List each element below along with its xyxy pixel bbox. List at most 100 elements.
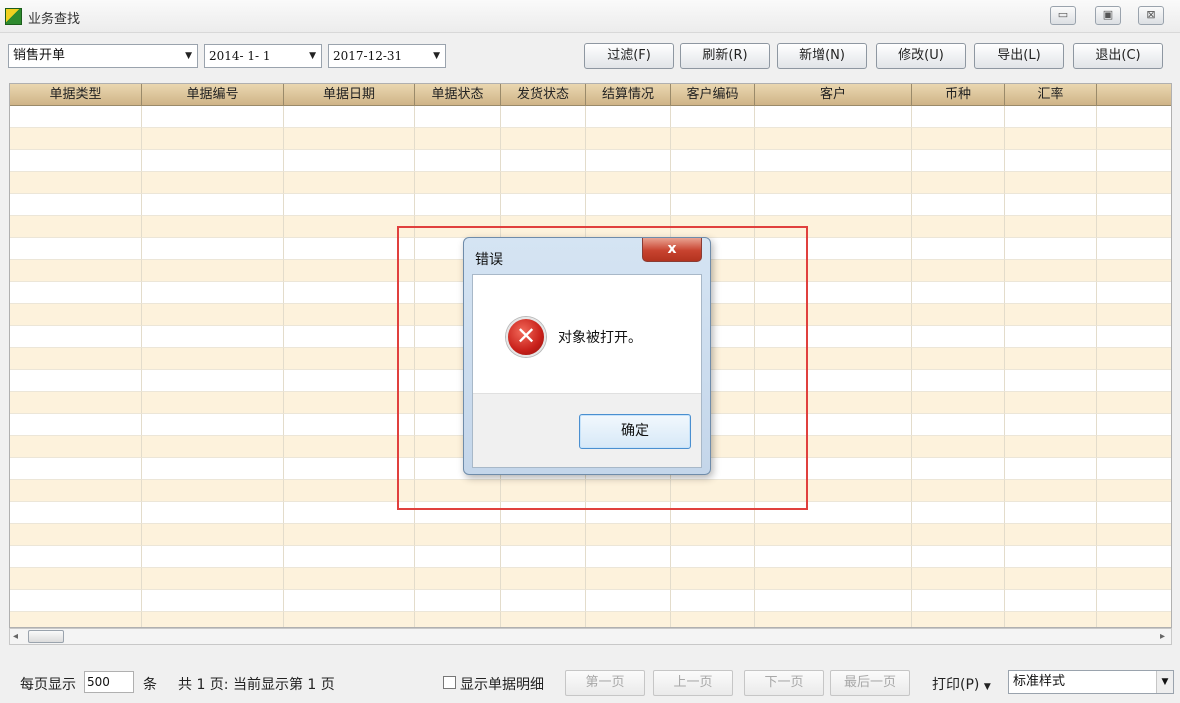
table-row[interactable] [10, 128, 1171, 150]
table-cell[interactable] [284, 502, 415, 524]
table-cell[interactable] [10, 304, 142, 326]
end-date-picker[interactable]: 2017-12-31 ▼ [328, 44, 446, 68]
table-cell[interactable] [10, 282, 142, 304]
table-cell[interactable] [284, 106, 415, 128]
table-cell[interactable] [284, 304, 415, 326]
table-cell[interactable] [10, 524, 142, 546]
table-cell[interactable] [10, 194, 142, 216]
first-page-button[interactable]: 第一页 [565, 670, 645, 696]
table-cell[interactable] [415, 172, 501, 194]
table-cell[interactable] [142, 348, 284, 370]
table-cell[interactable] [415, 194, 501, 216]
table-cell[interactable] [912, 348, 1005, 370]
ok-button[interactable]: 确定 [579, 414, 691, 449]
table-cell[interactable] [10, 106, 142, 128]
table-cell[interactable] [142, 282, 284, 304]
edit-button[interactable]: 修改(U) [876, 43, 966, 69]
table-cell[interactable] [912, 238, 1005, 260]
table-cell[interactable] [10, 216, 142, 238]
scrollbar-thumb[interactable] [28, 630, 64, 643]
last-page-button[interactable]: 最后一页 [830, 670, 910, 696]
table-cell[interactable] [501, 106, 586, 128]
table-cell[interactable] [501, 590, 586, 612]
table-cell[interactable] [10, 546, 142, 568]
table-cell[interactable] [284, 238, 415, 260]
table-cell[interactable] [912, 326, 1005, 348]
show-detail-checkbox[interactable] [443, 676, 456, 689]
table-cell[interactable] [1097, 282, 1171, 304]
table-cell[interactable] [1005, 590, 1097, 612]
table-cell[interactable] [1005, 414, 1097, 436]
table-cell[interactable] [284, 326, 415, 348]
table-cell[interactable] [1005, 612, 1097, 627]
table-cell[interactable] [1097, 260, 1171, 282]
table-cell[interactable] [501, 194, 586, 216]
table-cell[interactable] [1097, 524, 1171, 546]
table-cell[interactable] [1005, 238, 1097, 260]
table-cell[interactable] [142, 458, 284, 480]
table-cell[interactable] [912, 524, 1005, 546]
table-cell[interactable] [142, 326, 284, 348]
table-cell[interactable] [142, 590, 284, 612]
table-cell[interactable] [10, 414, 142, 436]
table-cell[interactable] [284, 436, 415, 458]
table-row[interactable] [10, 172, 1171, 194]
table-cell[interactable] [501, 172, 586, 194]
column-header[interactable]: 客户编码 [671, 84, 755, 106]
table-cell[interactable] [1097, 568, 1171, 590]
table-cell[interactable] [1005, 260, 1097, 282]
table-cell[interactable] [1097, 458, 1171, 480]
table-cell[interactable] [10, 590, 142, 612]
filter-button[interactable]: 过滤(F) [584, 43, 674, 69]
table-cell[interactable] [284, 150, 415, 172]
table-cell[interactable] [586, 194, 671, 216]
table-cell[interactable] [1097, 172, 1171, 194]
table-cell[interactable] [284, 590, 415, 612]
table-cell[interactable] [586, 546, 671, 568]
table-row[interactable] [10, 524, 1171, 546]
table-row[interactable] [10, 150, 1171, 172]
table-cell[interactable] [1097, 128, 1171, 150]
table-cell[interactable] [10, 128, 142, 150]
table-row[interactable] [10, 546, 1171, 568]
table-cell[interactable] [1097, 436, 1171, 458]
column-header[interactable]: 客户 [755, 84, 912, 106]
table-row[interactable] [10, 612, 1171, 627]
table-cell[interactable] [1005, 480, 1097, 502]
table-cell[interactable] [1005, 150, 1097, 172]
table-cell[interactable] [10, 458, 142, 480]
table-cell[interactable] [415, 524, 501, 546]
table-row[interactable] [10, 106, 1171, 128]
per-page-input[interactable]: 500 [84, 671, 134, 693]
table-cell[interactable] [912, 590, 1005, 612]
table-cell[interactable] [586, 172, 671, 194]
table-cell[interactable] [284, 282, 415, 304]
export-button[interactable]: 导出(L) [974, 43, 1064, 69]
table-cell[interactable] [1005, 502, 1097, 524]
column-header[interactable]: 单据类型 [10, 84, 142, 106]
table-cell[interactable] [1097, 502, 1171, 524]
table-cell[interactable] [671, 106, 755, 128]
table-cell[interactable] [142, 502, 284, 524]
table-cell[interactable] [671, 612, 755, 627]
table-cell[interactable] [284, 128, 415, 150]
table-cell[interactable] [755, 590, 912, 612]
table-cell[interactable] [142, 480, 284, 502]
table-cell[interactable] [671, 546, 755, 568]
table-cell[interactable] [1097, 194, 1171, 216]
print-style-select[interactable]: 标准样式 ▼ [1008, 670, 1174, 694]
table-cell[interactable] [142, 238, 284, 260]
table-cell[interactable] [671, 150, 755, 172]
table-cell[interactable] [586, 128, 671, 150]
table-cell[interactable] [284, 546, 415, 568]
exit-button[interactable]: 退出(C) [1073, 43, 1163, 69]
table-cell[interactable] [912, 304, 1005, 326]
table-cell[interactable] [284, 414, 415, 436]
table-cell[interactable] [586, 568, 671, 590]
table-cell[interactable] [1005, 216, 1097, 238]
minimize-button[interactable]: ▭ [1050, 6, 1076, 25]
table-cell[interactable] [912, 546, 1005, 568]
table-cell[interactable] [1097, 348, 1171, 370]
table-cell[interactable] [501, 150, 586, 172]
table-cell[interactable] [671, 568, 755, 590]
